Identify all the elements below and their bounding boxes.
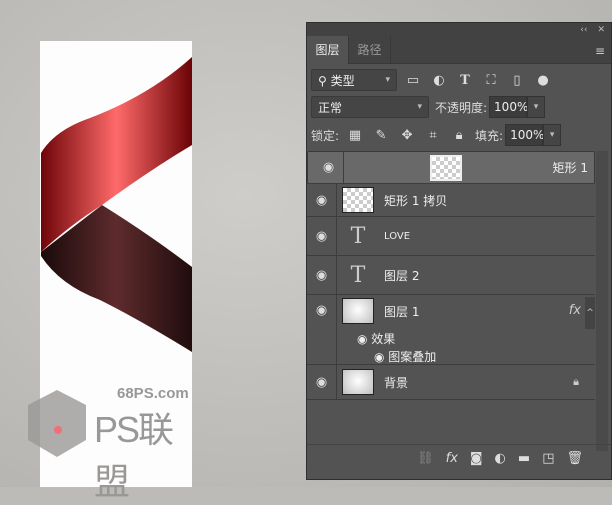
layers-scrollbar[interactable]	[596, 151, 608, 451]
visibility-eye-icon[interactable]: ◉	[307, 184, 337, 216]
delete-trash-icon[interactable]: 🗑︎	[566, 451, 583, 466]
watermark-name: PS联盟	[94, 409, 174, 502]
layer-name: 背景	[384, 375, 409, 390]
opacity-dropdown[interactable]: ▾	[527, 96, 546, 118]
layer-thumbnail	[342, 298, 374, 324]
layer-row[interactable]: ◉ 背景 🔒︎	[307, 365, 595, 400]
collapse-icon[interactable]: ‹‹	[580, 25, 587, 35]
opacity-input[interactable]: 100%	[489, 96, 528, 118]
close-icon[interactable]: ✕	[597, 25, 605, 35]
text-layer-icon: T	[350, 262, 366, 288]
layer-thumbnail	[342, 187, 374, 213]
fill-input[interactable]: 100%	[505, 124, 544, 146]
layer-row[interactable]: ◉ 图层 1 fx ^ ◉ 效果 ◉ 图案叠加	[307, 295, 595, 365]
effect-label: 图案叠加	[388, 350, 437, 364]
layer-name: 图层 1	[384, 305, 420, 319]
layer-row[interactable]: ◉ 矩形 1 拷贝	[307, 184, 595, 217]
visibility-eye-icon[interactable]: ◉	[307, 256, 337, 294]
chevron-down-icon: ▾	[385, 75, 390, 85]
type-filter-icon[interactable]: T	[455, 73, 475, 88]
adjustment-layer-icon[interactable]: ◐	[495, 451, 506, 466]
layer-row[interactable]: ◉ 矩形 1	[307, 151, 595, 184]
image-filter-icon[interactable]: ▭	[403, 73, 423, 88]
add-style-fx-icon[interactable]: fx	[446, 451, 458, 466]
new-group-folder-icon[interactable]: ▬	[518, 451, 530, 466]
filter-toggle[interactable]: ●	[533, 73, 553, 88]
search-icon: ⚲	[318, 73, 331, 88]
add-mask-icon[interactable]: ◙	[470, 451, 483, 466]
shape-filter-icon[interactable]: ⛶	[481, 73, 501, 88]
opacity-label: 不透明度:	[435, 100, 488, 115]
layer-name: LOVE	[384, 230, 411, 242]
watermark-logo-icon	[28, 390, 86, 457]
visibility-eye-icon[interactable]: ◉	[374, 350, 388, 364]
layer-row[interactable]: ◉ T LOVE	[307, 217, 595, 256]
fx-icon[interactable]: fx	[569, 303, 581, 318]
layer-name: 矩形 1 拷贝	[384, 193, 448, 208]
effects-row[interactable]: ◉ 效果	[357, 330, 395, 347]
fill-label: 填充:	[475, 128, 504, 143]
panel-menu-icon[interactable]: ≡	[595, 44, 605, 58]
layer-thumbnail	[429, 154, 462, 181]
filter-type-select[interactable]: ⚲ 类型 ▾	[311, 69, 397, 91]
chevron-down-icon: ▾	[417, 102, 422, 112]
effects-label: 效果	[371, 332, 396, 346]
visibility-eye-icon[interactable]: ◉	[357, 332, 371, 346]
adjustment-filter-icon[interactable]: ◐	[429, 73, 449, 88]
layer-row[interactable]: ◉ T 图层 2	[307, 256, 595, 295]
blend-mode-select[interactable]: 正常 ▾	[311, 96, 429, 118]
filter-type-label: 类型	[330, 73, 355, 88]
watermark-url: 68PS.com	[117, 385, 189, 402]
link-layers-icon[interactable]: ⛓	[417, 451, 434, 466]
watermark: 68PS.com PS联盟	[22, 385, 202, 502]
layers-panel: ‹‹ ✕ 图层 路径 ≡ ⚲ 类型 ▾ ▭ ◐ T ⛶ ▯ ● 正常 ▾ 不透明度: …	[306, 22, 612, 480]
text-layer-icon: T	[350, 223, 366, 249]
layer-name: 矩形 1	[552, 161, 588, 175]
lock-all-icon[interactable]: 🔒︎	[449, 128, 469, 143]
new-layer-icon[interactable]: ◳	[542, 451, 554, 466]
layer-name: 图层 2	[384, 268, 420, 283]
visibility-eye-icon[interactable]: ◉	[307, 295, 337, 364]
visibility-eye-icon[interactable]: ◉	[314, 152, 344, 183]
lock-label: 锁定:	[311, 128, 340, 143]
blend-mode-value: 正常	[318, 100, 343, 115]
layer-thumbnail	[342, 369, 374, 395]
lock-icon: 🔒︎	[573, 375, 579, 388]
panel-bottom-toolbar: ⛓ fx ◙ ◐ ▬ ◳ 🗑︎	[307, 444, 611, 472]
tab-paths[interactable]: 路径	[349, 36, 391, 64]
fill-dropdown[interactable]: ▾	[543, 124, 562, 146]
lock-image-brush-icon[interactable]: ✎	[371, 128, 391, 143]
visibility-eye-icon[interactable]: ◉	[307, 365, 337, 399]
collapse-effects-icon[interactable]: ^	[585, 297, 595, 329]
lock-artboard-icon[interactable]: ⌗	[423, 128, 443, 143]
lock-transparent-icon[interactable]: ▦	[345, 128, 365, 143]
lock-position-move-icon[interactable]: ✥	[397, 128, 417, 143]
smart-object-filter-icon[interactable]: ▯	[507, 73, 527, 88]
tab-layers[interactable]: 图层	[307, 36, 349, 64]
visibility-eye-icon[interactable]: ◉	[307, 217, 337, 255]
layers-list: ◉ 矩形 1 ◉ 矩形 1 拷贝 ◉ T LOVE ◉ T 图层 2 ◉ 图层 1 fx ^ ◉ …	[307, 151, 595, 400]
effect-row[interactable]: ◉ 图案叠加	[374, 348, 436, 365]
